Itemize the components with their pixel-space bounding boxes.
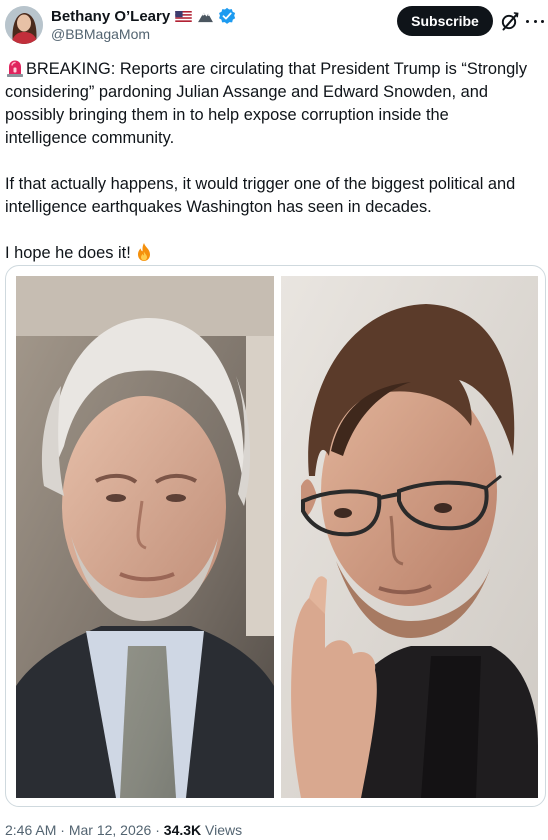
post-date[interactable]: Mar 12, 2026 [69,822,152,838]
dot-icon [533,19,537,23]
meta-separator: · [60,822,65,838]
tweet-line-text: I hope he does it! [5,244,131,262]
views-label: Views [205,822,243,838]
subscribe-button[interactable]: Subscribe [397,6,493,36]
author-handle[interactable]: @BBMagaMom [51,26,150,42]
avatar[interactable] [5,6,43,44]
tweet-line: possibly bringing them in to help expose… [5,106,449,124]
mountain-icon [196,9,214,23]
photo-assange[interactable] [16,276,274,798]
media-card[interactable] [5,265,546,807]
dot-icon [541,19,544,23]
tweet-line-text: BREAKING: Reports are circulating that P… [26,60,528,78]
tweet-header: Bethany O’Leary @BBMagaMom Subscribe [0,0,548,52]
photo-left-image [16,276,274,798]
siren-icon [5,59,25,77]
us-flag-icon [174,9,192,23]
author-name-row: Bethany O’Leary [51,6,236,26]
views-count: 34.3K [163,822,202,838]
more-options-icon[interactable] [526,12,544,30]
tweet-line: intelligence earthquakes Washington has … [5,198,432,216]
fire-icon [134,242,154,262]
photo-right-image [281,276,538,798]
dot-icon [526,19,529,23]
tweet-line: intelligence community. [5,129,175,147]
tweet-line: BREAKING: Reports are circulating that P… [5,58,545,81]
verified-badge-icon [218,7,236,24]
tweet-line: If that actually happens, it would trigg… [5,175,516,193]
post-time[interactable]: 2:46 AM [5,822,56,838]
meta-separator: · [155,822,160,838]
photo-snowden[interactable] [281,276,538,798]
display-name[interactable]: Bethany O’Leary [51,8,170,25]
grok-icon[interactable] [500,10,520,32]
tweet-meta: 2:46 AM · Mar 12, 2026 · 34.3K Views [5,822,242,838]
tweet-line: I hope he does it! [5,242,545,265]
tweet-line: considering” pardoning Julian Assange an… [5,83,488,101]
tweet-text: BREAKING: Reports are circulating that P… [5,58,545,265]
